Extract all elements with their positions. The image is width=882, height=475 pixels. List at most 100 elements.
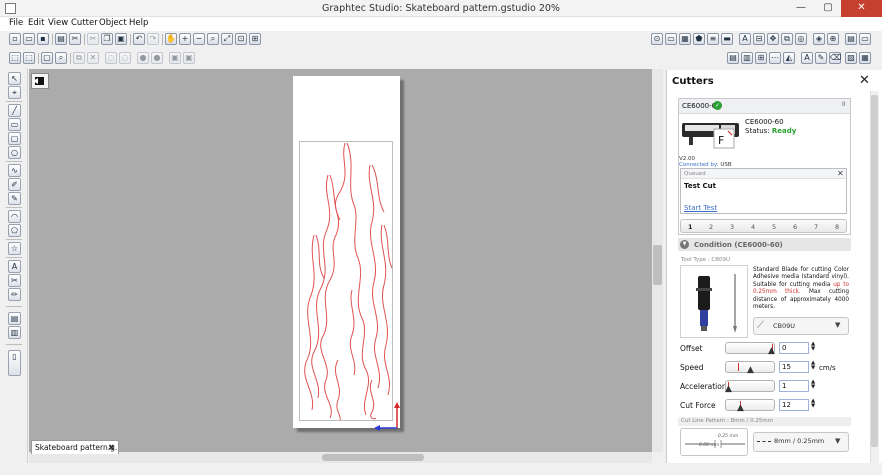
redo-icon[interactable]: ↷ [147, 33, 159, 45]
text-to-path-icon[interactable]: A [801, 52, 813, 64]
rounded-rectangle-tool-icon[interactable]: ▢ [8, 132, 21, 145]
layer-panel-icon[interactable]: ▤ [8, 312, 21, 325]
page-setup-icon[interactable]: ▭ [665, 33, 677, 45]
select-frame-icon[interactable]: ▢ [41, 52, 53, 64]
bring-front-icon[interactable]: ▤ [727, 52, 739, 64]
bezier-tool-icon[interactable]: ∿ [8, 164, 21, 177]
speed-input[interactable]: 15 [779, 361, 809, 373]
cutters-panel-scroll-thumb[interactable] [871, 95, 878, 447]
zoom-window-icon[interactable]: ⌕ [55, 52, 67, 64]
speed-spinner[interactable]: ▲ ▼ [811, 360, 815, 371]
library-panel-icon[interactable]: ▤ [845, 33, 857, 45]
queue-close-icon[interactable]: ✕ [837, 169, 844, 178]
chevron-down-icon[interactable]: ▼ [835, 437, 840, 445]
cutters-panel-close-icon[interactable]: ✕ [859, 73, 870, 88]
slider-thumb[interactable]: ▲ [768, 346, 775, 356]
chevron-down-icon[interactable]: ▼ [835, 321, 840, 329]
send-back-icon[interactable]: ▥ [741, 52, 753, 64]
document-tab-close-icon[interactable]: ✖ [108, 443, 115, 452]
zoom-area-icon[interactable]: ⌕ [207, 33, 219, 45]
maximize-button[interactable]: ▢ [815, 0, 841, 17]
pause-icon[interactable]: II [842, 101, 846, 108]
slot-1[interactable]: 1 [688, 223, 693, 231]
eraser-tool-icon[interactable]: ✏ [8, 288, 21, 301]
ungroup-icon[interactable]: ✕ [87, 52, 99, 64]
freehand-tool-icon[interactable]: ✐ [8, 178, 21, 191]
mirror-icon[interactable]: ◭ [783, 52, 795, 64]
weed-lines-icon[interactable]: ▦ [859, 52, 871, 64]
save-icon[interactable]: ▪ [37, 33, 49, 45]
open-folder-icon[interactable]: ▭ [23, 33, 35, 45]
acceleration-input[interactable]: 1 [779, 380, 809, 392]
offset-input[interactable]: 0 [779, 342, 809, 354]
menu-view[interactable]: View [48, 18, 68, 28]
weld-panel-icon[interactable]: ⊕ [827, 33, 839, 45]
window-close-button[interactable]: ✕ [841, 0, 882, 17]
replicate-panel-icon[interactable]: ⧉ [781, 33, 793, 45]
copy-icon[interactable]: ❐ [101, 33, 113, 45]
arc-tool-icon[interactable]: ◠ [8, 210, 21, 223]
zoom-in-icon[interactable]: + [179, 33, 191, 45]
slot-2[interactable]: 2 [709, 223, 713, 231]
align-panel-icon[interactable]: ⊟ [753, 33, 765, 45]
slot-5[interactable]: 5 [772, 223, 776, 231]
offset-spinner[interactable]: ▲ ▼ [811, 341, 815, 352]
minimize-button[interactable]: — [788, 0, 814, 17]
weld-off-icon[interactable]: ● [151, 52, 163, 64]
start-test-link[interactable]: Start Test [684, 204, 717, 212]
paste-icon[interactable]: ▣ [115, 33, 127, 45]
menu-object[interactable]: Object [99, 18, 127, 28]
slider-thumb[interactable]: ▲ [725, 384, 732, 394]
edit-points-tool-icon[interactable]: ⌖ [8, 86, 21, 99]
send-to-cutter-icon[interactable]: ✂ [69, 33, 81, 45]
menu-file[interactable]: File [9, 18, 23, 28]
slot-6[interactable]: 6 [793, 223, 797, 231]
slot-7[interactable]: 7 [814, 223, 818, 231]
release-compound-icon[interactable]: ◌ [119, 52, 131, 64]
flame-artwork[interactable] [293, 76, 413, 436]
pencil-tool-icon[interactable]: ✎ [8, 192, 21, 205]
cut-force-spinner[interactable]: ▲ ▼ [811, 398, 815, 409]
zoom-page-icon[interactable]: ⊡ [235, 33, 247, 45]
cut-force-slider[interactable] [725, 399, 775, 411]
slider-thumb[interactable]: ▲ [747, 365, 754, 375]
knife-icon[interactable]: ✎ [815, 52, 827, 64]
distribute-icon[interactable]: ⋯ [769, 52, 781, 64]
select-tool-icon[interactable]: ↖ [8, 72, 21, 85]
fill-panel-icon[interactable]: ▬ [721, 33, 733, 45]
acceleration-spinner[interactable]: ▲ ▼ [811, 379, 815, 390]
menu-help[interactable]: Help [129, 18, 148, 28]
slot-3[interactable]: 3 [730, 223, 734, 231]
weld-icon[interactable]: ● [137, 52, 149, 64]
cut-icon[interactable]: ✂ [87, 33, 99, 45]
line-tool-icon[interactable]: ╱ [8, 104, 21, 117]
compound-path-icon[interactable]: ◌ [105, 52, 117, 64]
shape-pentagon-icon[interactable]: ⬟ [693, 33, 705, 45]
unlock-icon[interactable]: ▣ [183, 52, 195, 64]
cutters-panel-icon[interactable]: ▭ [859, 33, 871, 45]
group-icon[interactable]: ⧉ [73, 52, 85, 64]
collapse-arrow-icon[interactable]: ▼ [680, 240, 689, 249]
acceleration-slider[interactable] [725, 380, 775, 392]
transform-panel-icon[interactable]: ✥ [767, 33, 779, 45]
arrange-icon[interactable]: ⊞ [755, 52, 767, 64]
star-tool-icon[interactable]: ☆ [8, 242, 21, 255]
slider-thumb[interactable]: ▲ [737, 403, 744, 413]
trace-panel-icon[interactable]: ◎ [795, 33, 807, 45]
document-tab[interactable]: Skateboard pattern.g... [31, 440, 119, 454]
zoom-fit-icon[interactable]: ⤢ [221, 33, 233, 45]
zoom-selection-icon[interactable]: ⊞ [249, 33, 261, 45]
registration-marks-icon[interactable]: ⊙ [651, 33, 663, 45]
ellipse-tool-icon[interactable]: ○ [8, 146, 21, 159]
select-all-icon[interactable]: ⬚ [9, 52, 21, 64]
image-icon[interactable]: ▧ [845, 52, 857, 64]
zoom-out-icon[interactable]: − [193, 33, 205, 45]
knife-tool-icon[interactable]: ✂ [8, 274, 21, 287]
canvas-vertical-scroll-thumb[interactable] [653, 245, 662, 285]
page-view-icon[interactable]: ▥ [8, 326, 21, 339]
swatch-panel-icon[interactable]: ▯ [8, 350, 21, 376]
slot-8[interactable]: 8 [835, 223, 839, 231]
eraser-icon[interactable]: ⌫ [829, 52, 841, 64]
undo-icon[interactable]: ↶ [133, 33, 145, 45]
pan-hand-icon[interactable]: ✋ [165, 33, 177, 45]
